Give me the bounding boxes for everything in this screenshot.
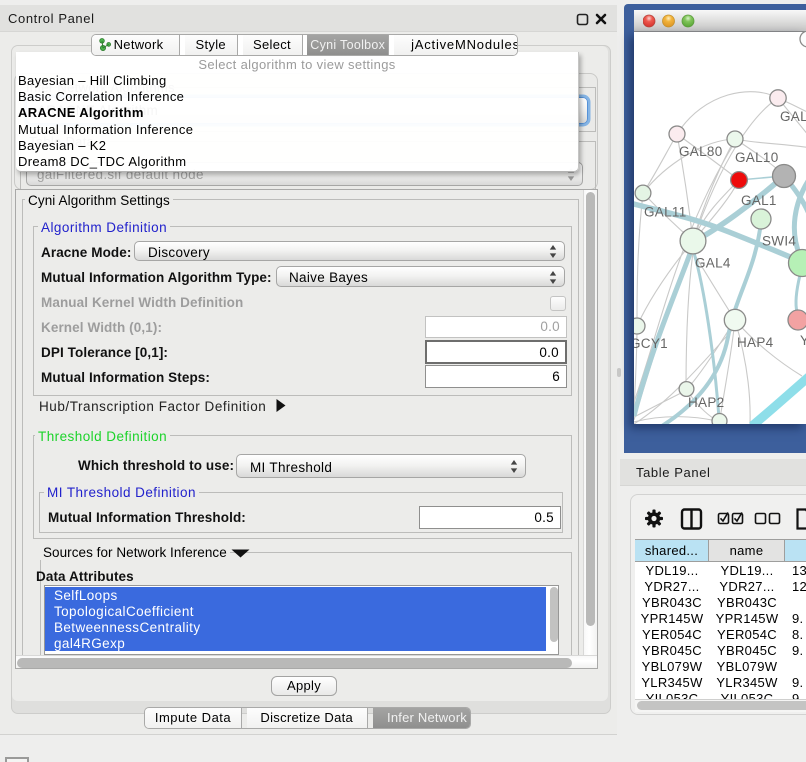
svg-text:GAL2: GAL2	[780, 109, 806, 124]
svg-text:SWI4: SWI4	[762, 234, 796, 249]
svg-text:HAP4: HAP4	[737, 335, 774, 350]
svg-text:HAP2: HAP2	[688, 395, 724, 410]
svg-text:GCY1: GCY1	[634, 336, 668, 351]
svg-text:GAL4: GAL4	[695, 256, 731, 271]
svg-text:Y: Y	[800, 333, 806, 348]
svg-text:GAL80: GAL80	[679, 144, 723, 159]
svg-text:GAL1: GAL1	[741, 193, 777, 208]
svg-text:GAL11: GAL11	[644, 205, 687, 220]
svg-text:GAL10: GAL10	[735, 150, 779, 165]
